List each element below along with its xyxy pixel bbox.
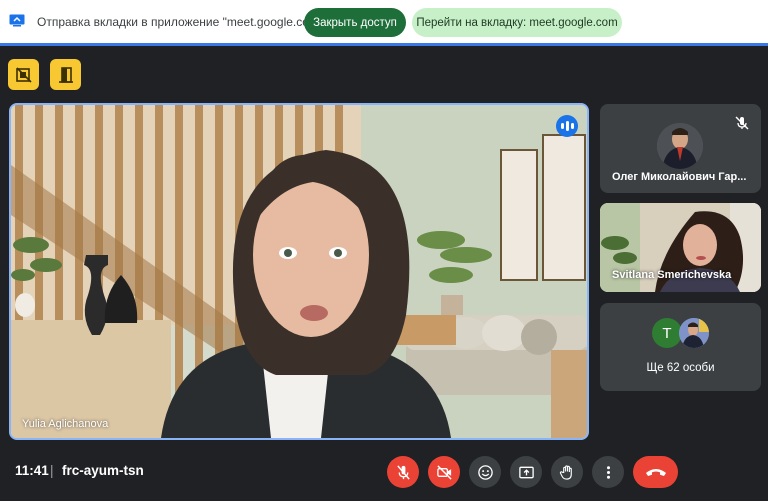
exit-door-icon (58, 66, 73, 83)
more-participants-label: Ще 62 особи (646, 362, 715, 374)
hang-up-icon (645, 469, 666, 476)
participant-video (11, 105, 587, 438)
mic-off-icon (735, 116, 749, 130)
toggle-camera-button[interactable] (428, 456, 460, 488)
leave-call-button[interactable] (633, 456, 678, 488)
go-to-tab-button[interactable]: Перейти на вкладку: meet.google.com (412, 8, 622, 37)
toggle-microphone-button[interactable] (387, 456, 419, 488)
video-off-overlay-button[interactable] (8, 59, 39, 90)
stop-sharing-button[interactable]: Закрыть доступ (304, 8, 406, 37)
hand-icon (559, 464, 572, 480)
avatar (679, 318, 709, 348)
participant-tile-oleg[interactable]: Олег Миколайович Гар... (600, 104, 761, 193)
leave-room-button[interactable] (50, 59, 81, 90)
emoji-icon (477, 464, 493, 480)
main-participant-name: Yulia Aglichanova (22, 418, 109, 430)
more-options-button[interactable] (592, 456, 624, 488)
more-vertical-icon (606, 465, 610, 479)
raise-hand-button[interactable] (551, 456, 583, 488)
participant-name: Svitlana Smerichevska (612, 269, 732, 281)
participant-tile-svitlana[interactable]: Svitlana Smerichevska (600, 203, 761, 292)
video-off-overlay-icon (15, 66, 32, 83)
more-participants-tile[interactable]: T Ще 62 особи (600, 303, 761, 391)
participant-name: Олег Миколайович Гар... (612, 171, 747, 183)
separator: | (50, 463, 54, 478)
avatar: T (652, 318, 682, 348)
avatar (657, 123, 703, 169)
reactions-button[interactable] (469, 456, 501, 488)
video-off-icon (436, 464, 452, 480)
sharing-status-text: Отправка вкладки в приложение "meet.goog… (37, 15, 334, 29)
mic-off-icon (396, 464, 410, 480)
speaking-indicator-icon (556, 115, 578, 137)
main-video-tile[interactable]: Yulia Aglichanova (9, 103, 589, 440)
present-screen-icon (518, 466, 534, 478)
screen-share-icon (9, 14, 25, 27)
meeting-code[interactable]: frc-ayum-tsn (62, 463, 144, 478)
tab-sharing-bar: Отправка вкладки в приложение "meet.goog… (0, 0, 768, 46)
meeting-time: 11:41 (15, 463, 49, 478)
present-screen-button[interactable] (510, 456, 542, 488)
